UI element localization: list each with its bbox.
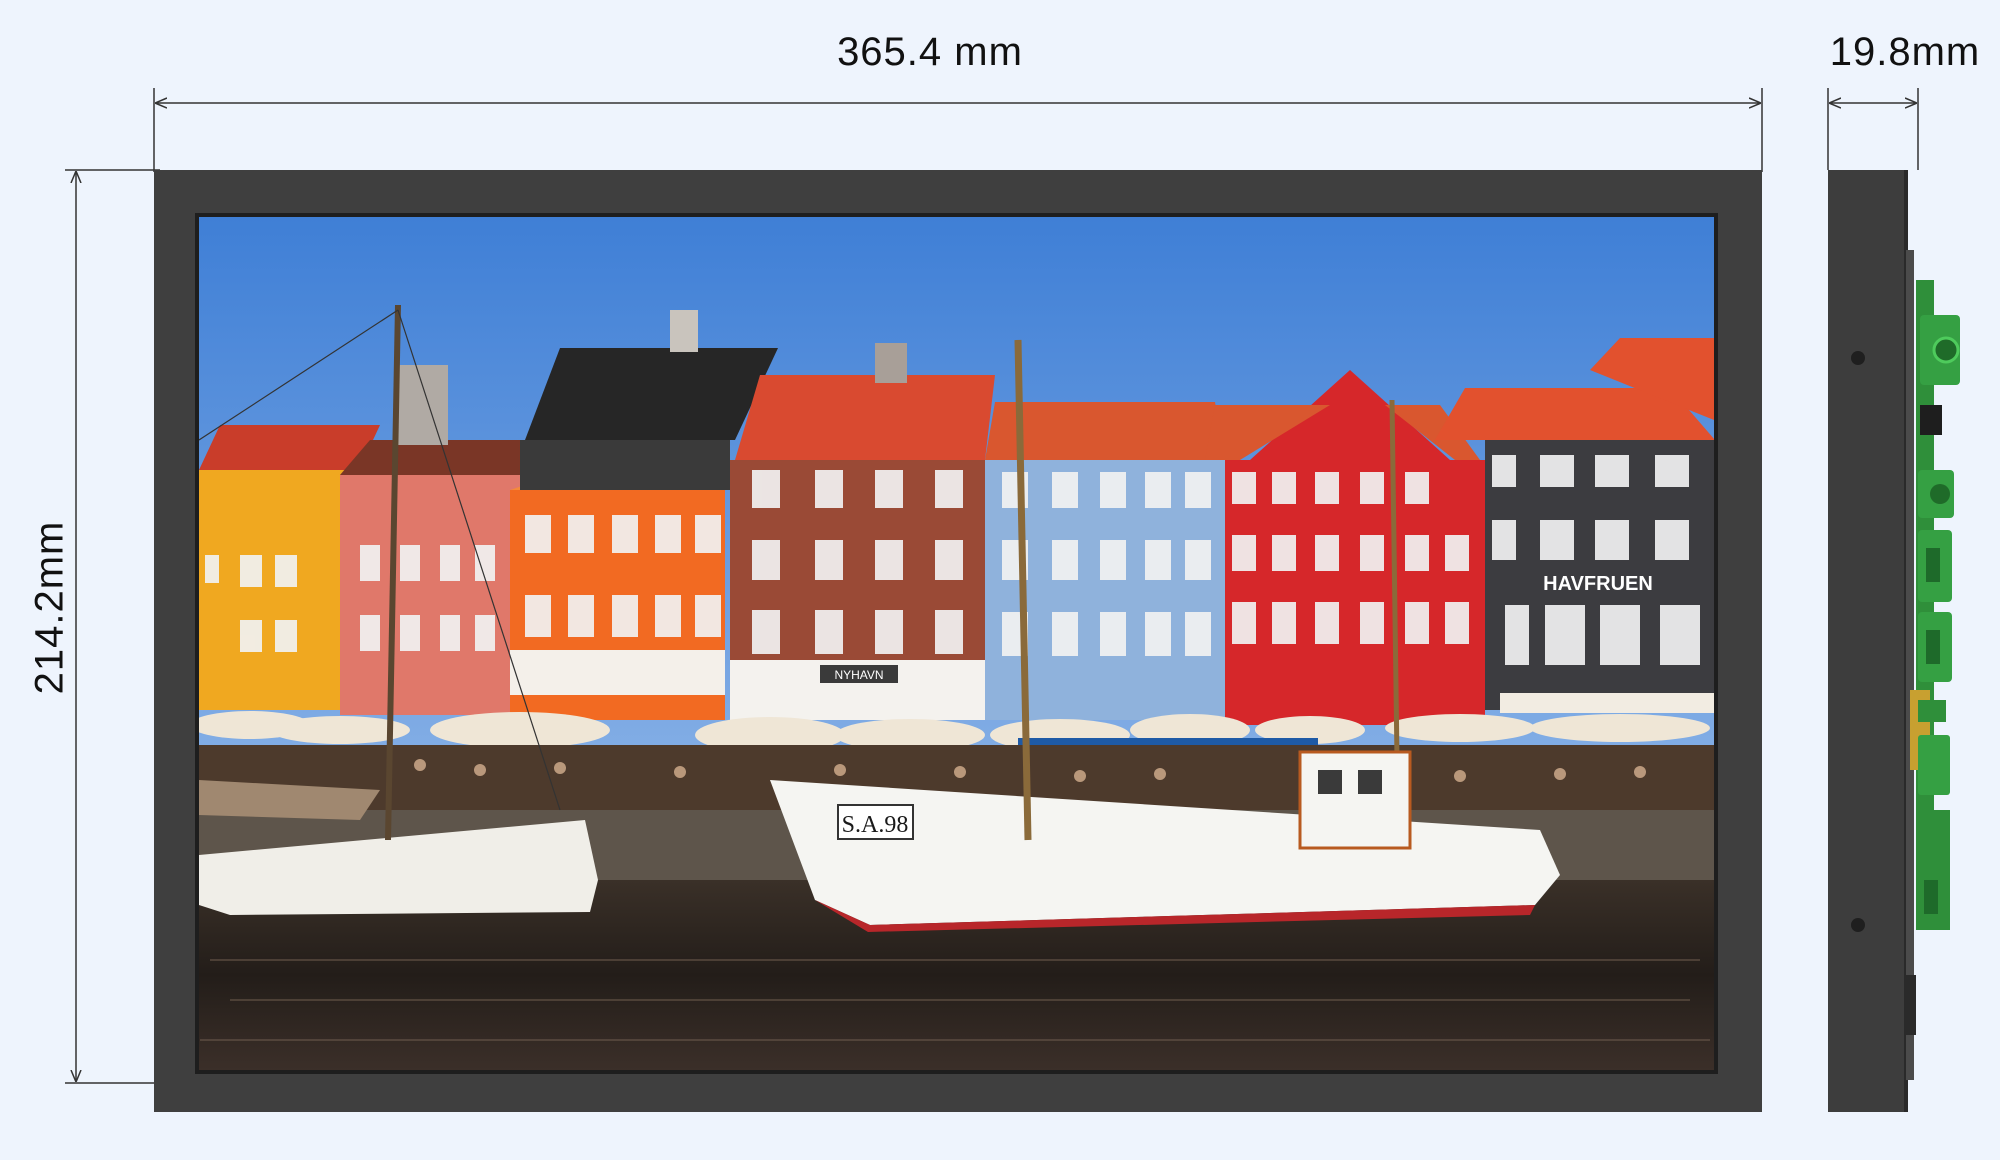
width-dimension-line [153,88,1763,172]
screw-icon [1851,351,1865,365]
height-dimension-line [65,169,160,1084]
pcb-board [1910,280,1960,930]
screen-photo: HAVFRUEN NYHAVN S.A.98 [199,217,1714,1070]
nyhavn-sign: NYHAVN [834,668,883,682]
depth-dimension-line [1827,88,1919,170]
boat-registration: S.A.98 [842,812,909,838]
connector-icon [1918,735,1950,795]
monitor-front: HAVFRUEN NYHAVN S.A.98 [154,170,1762,1112]
monitor-diagram: HAVFRUEN NYHAVN S.A.98 [65,88,1960,1112]
havfruen-sign: HAVFRUEN [1543,573,1653,595]
monitor-side-view [1828,170,1960,1112]
screw-icon [1851,918,1865,932]
